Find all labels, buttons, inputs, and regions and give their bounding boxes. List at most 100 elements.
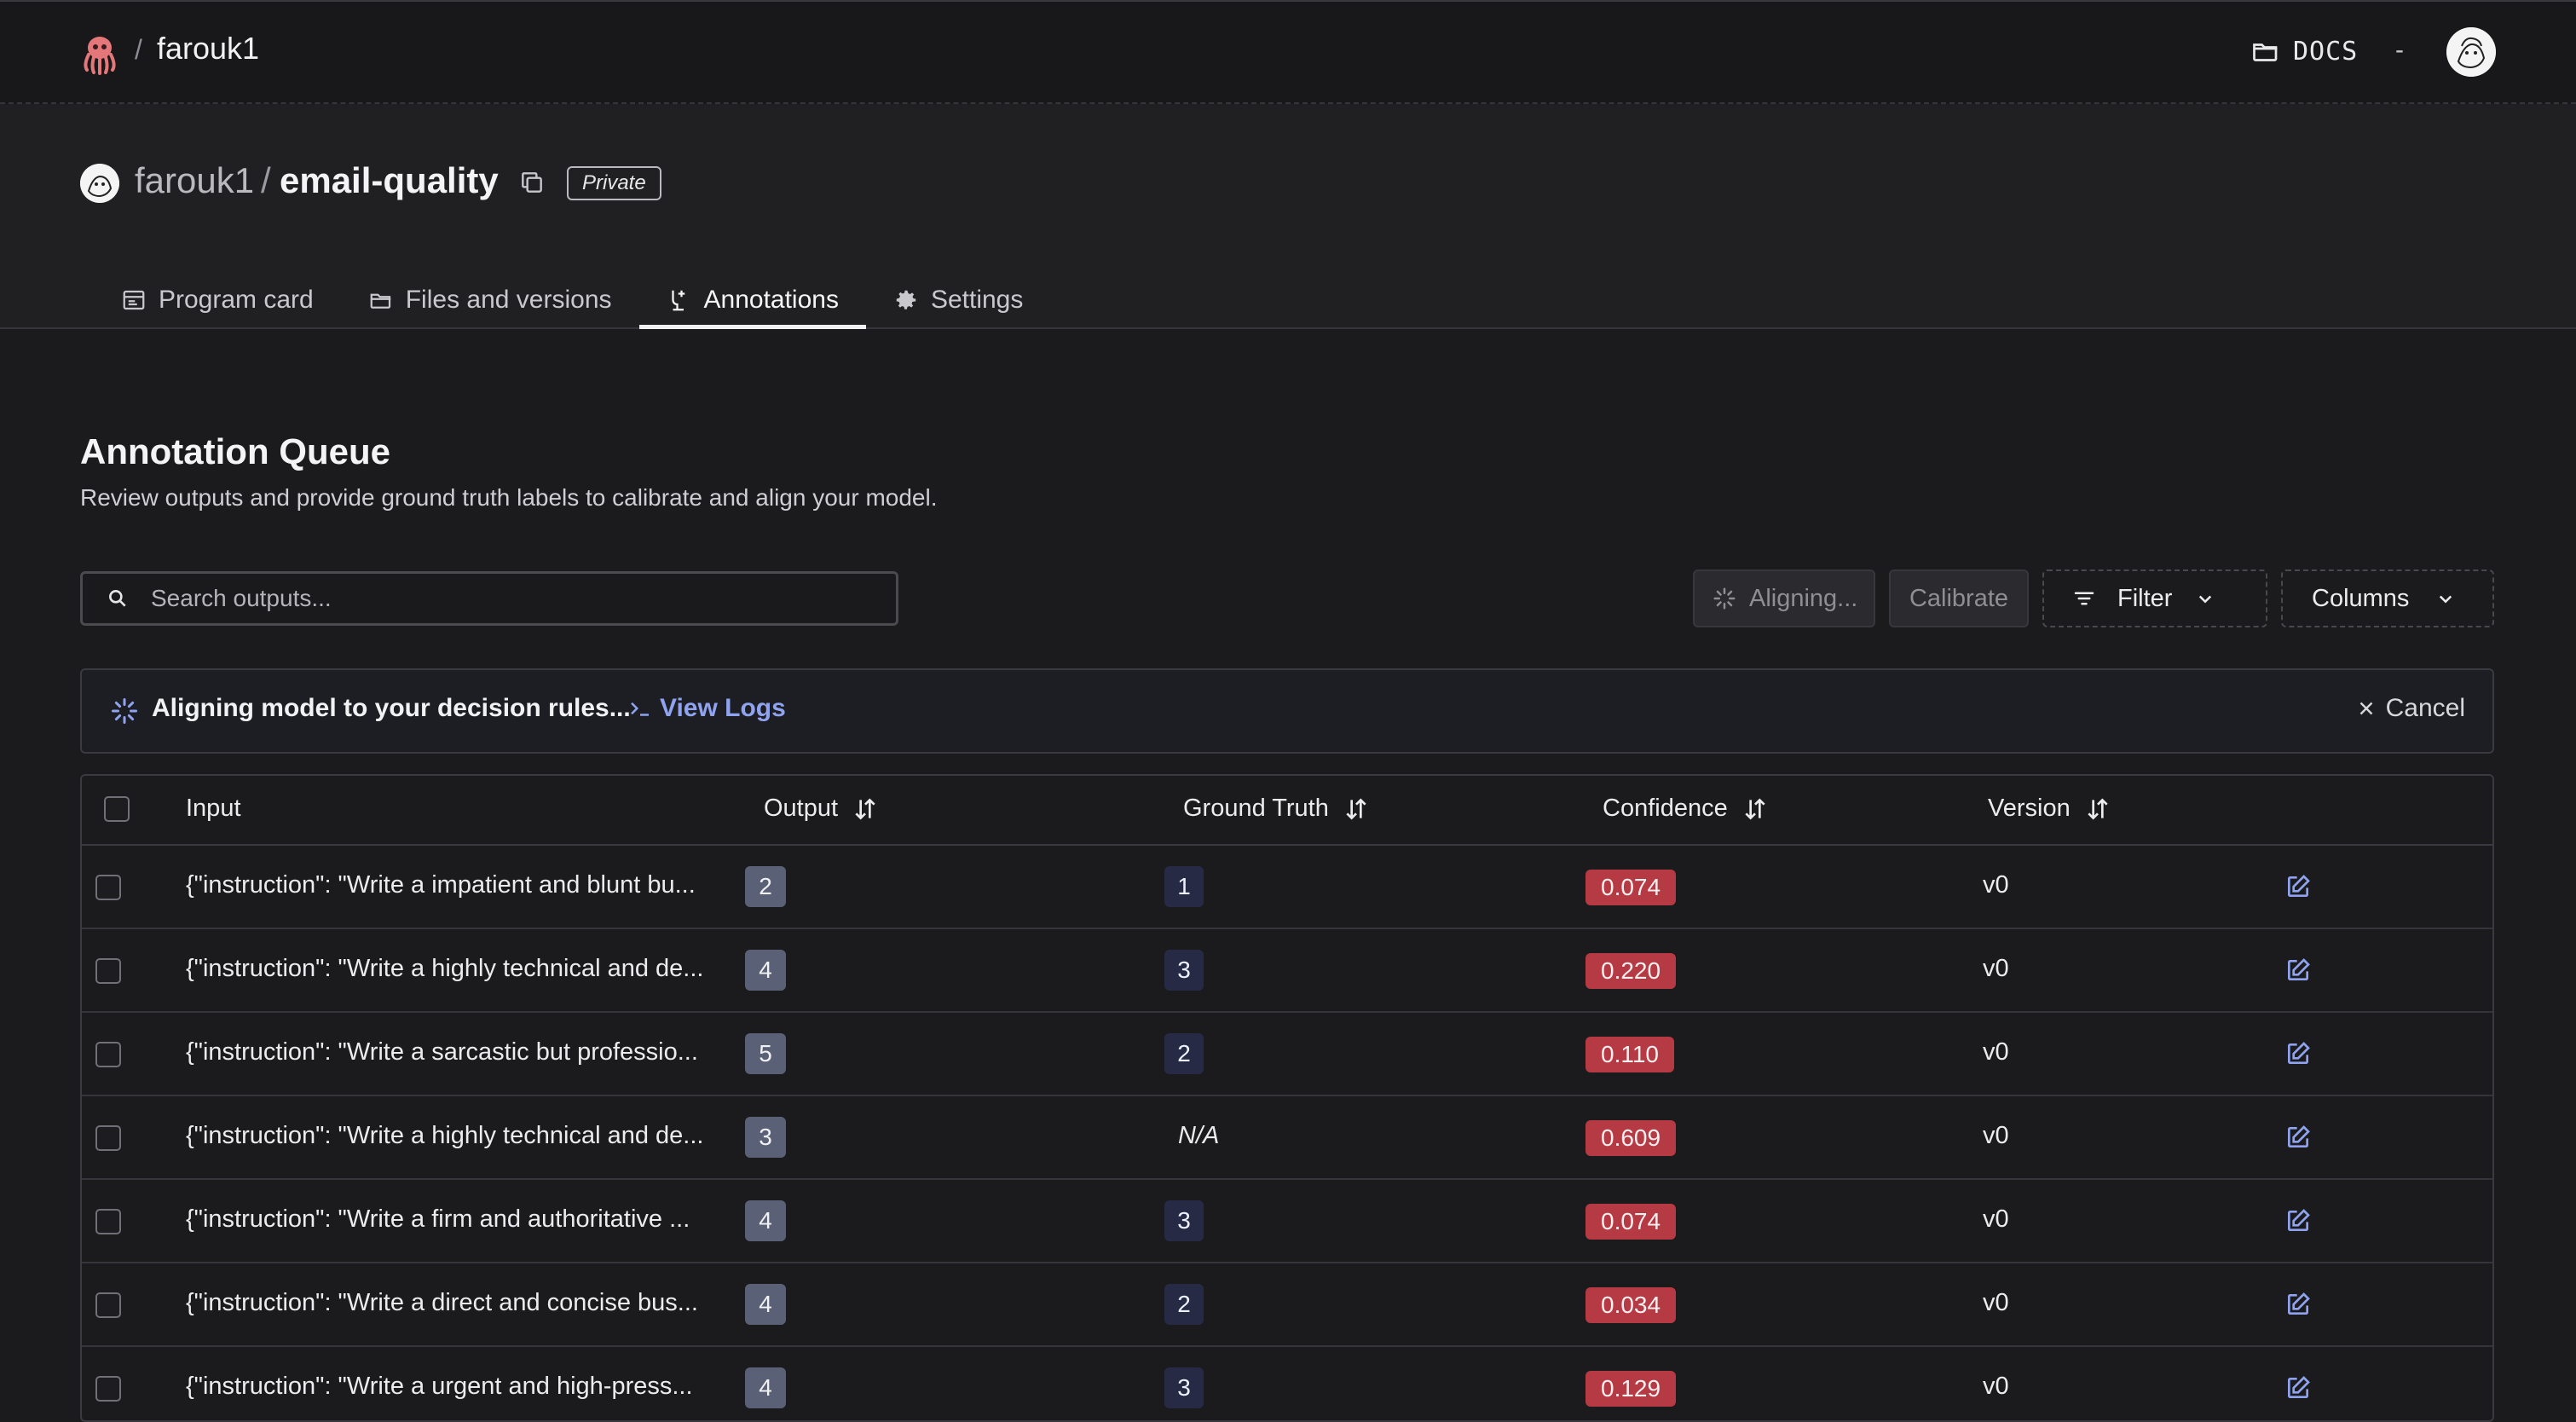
breadcrumb-user[interactable]: farouk1 <box>157 31 259 66</box>
edit-icon[interactable] <box>2284 957 2312 984</box>
input-cell: {"instruction": "Write a highly technica… <box>186 1122 704 1149</box>
edit-icon[interactable] <box>2284 1124 2312 1151</box>
output-badge: 2 <box>745 866 786 907</box>
avatar-sketch-icon <box>2446 27 2496 77</box>
gear-icon <box>896 290 916 309</box>
edit-icon[interactable] <box>2284 1291 2312 1318</box>
folder-icon <box>370 293 390 309</box>
row-checkbox[interactable] <box>95 958 121 984</box>
table-row[interactable]: {"instruction": "Write a sarcastic but p… <box>82 1013 2492 1096</box>
docs-link[interactable]: DOCS <box>2250 36 2358 66</box>
confidence-badge: 0.110 <box>1585 1037 1674 1072</box>
edit-icon[interactable] <box>2284 1040 2312 1067</box>
input-cell: {"instruction": "Write a direct and conc… <box>186 1289 698 1316</box>
top-navbar: / farouk1 DOCS - <box>0 0 2576 104</box>
output-badge: 5 <box>745 1033 786 1074</box>
confidence-badge: 0.074 <box>1585 870 1677 905</box>
version-cell: v0 <box>1983 1122 2009 1149</box>
columns-button[interactable]: Columns <box>2281 569 2494 627</box>
tab-settings[interactable]: Settings <box>866 273 1050 327</box>
breadcrumb-separator: / <box>135 34 142 65</box>
ground-truth-badge: 2 <box>1164 1033 1204 1074</box>
chevron-down-icon <box>2199 595 2212 604</box>
version-cell: v0 <box>1983 1038 2009 1066</box>
select-all-checkbox[interactable] <box>104 796 130 822</box>
sort-icon[interactable] <box>852 795 879 823</box>
table-row[interactable]: {"instruction": "Write a impatient and b… <box>82 846 2492 929</box>
avatar-sketch-icon <box>80 164 119 203</box>
table-row[interactable]: {"instruction": "Write a highly technica… <box>82 1096 2492 1180</box>
tab-label: Annotations <box>703 286 839 314</box>
tab-label: Files and versions <box>405 286 612 314</box>
docs-label: DOCS <box>2293 36 2359 66</box>
tab-program-card[interactable]: Program card <box>94 273 341 327</box>
confidence-badge: 0.609 <box>1585 1120 1677 1156</box>
aligning-button[interactable]: Aligning... <box>1693 569 1875 627</box>
cancel-button[interactable]: Cancel <box>2355 694 2465 723</box>
search-input[interactable] <box>149 584 896 613</box>
view-logs-link[interactable]: View Logs <box>627 694 786 723</box>
spinner-icon <box>1713 587 1736 610</box>
sort-icon[interactable] <box>1343 795 1370 823</box>
chevron-down-icon <box>2440 595 2452 604</box>
edit-icon[interactable] <box>2284 1207 2312 1234</box>
annotation-table: Input Output Ground Truth Confidence Ver… <box>80 774 2494 1422</box>
input-cell: {"instruction": "Write a highly technica… <box>186 955 704 982</box>
row-checkbox[interactable] <box>95 1376 121 1402</box>
ground-truth-badge: 3 <box>1164 950 1204 991</box>
input-cell: {"instruction": "Write a urgent and high… <box>186 1373 693 1400</box>
row-checkbox[interactable] <box>95 875 121 900</box>
input-cell: {"instruction": "Write a impatient and b… <box>186 871 696 899</box>
header-label: Output <box>764 795 839 822</box>
version-cell: v0 <box>1983 1205 2009 1233</box>
tab-files-and-versions[interactable]: Files and versions <box>341 273 639 327</box>
row-checkbox[interactable] <box>95 1042 121 1067</box>
calibrate-button[interactable]: Calibrate <box>1889 569 2029 627</box>
ground-truth-badge: 2 <box>1164 1284 1204 1325</box>
folder-open-icon <box>2253 43 2278 61</box>
row-checkbox[interactable] <box>95 1209 121 1234</box>
nav-separator: - <box>2395 36 2404 64</box>
column-header-input: Input <box>186 795 241 823</box>
row-checkbox[interactable] <box>95 1292 121 1318</box>
repo-name[interactable]: email-quality <box>280 160 499 201</box>
repo-owner[interactable]: farouk1 <box>135 160 254 201</box>
edit-icon[interactable] <box>2284 1374 2312 1402</box>
row-checkbox[interactable] <box>95 1125 121 1151</box>
octopus-logo-icon[interactable] <box>78 32 121 75</box>
filter-label: Filter <box>2117 584 2173 612</box>
edit-icon[interactable] <box>2284 873 2312 900</box>
spinner-icon <box>112 698 137 724</box>
input-cell: {"instruction": "Write a sarcastic but p… <box>186 1038 698 1066</box>
filter-icon <box>2074 592 2094 605</box>
sort-icon[interactable] <box>2084 795 2111 823</box>
confidence-badge: 0.129 <box>1585 1371 1677 1407</box>
confidence-badge: 0.220 <box>1585 953 1677 989</box>
column-header-ground-truth[interactable]: Ground Truth <box>1183 795 1370 823</box>
input-cell: {"instruction": "Write a firm and author… <box>186 1205 690 1233</box>
output-badge: 4 <box>745 1367 786 1408</box>
table-row[interactable]: {"instruction": "Write a highly technica… <box>82 929 2492 1013</box>
copy-icon[interactable] <box>518 169 546 196</box>
column-header-confidence[interactable]: Confidence <box>1603 795 1769 823</box>
header-label: Ground Truth <box>1183 795 1329 822</box>
tab-label: Program card <box>159 286 314 314</box>
header-label: Input <box>186 795 241 822</box>
tab-annotations[interactable]: Annotations <box>638 273 867 329</box>
table-row[interactable]: {"instruction": "Write a direct and conc… <box>82 1263 2492 1347</box>
version-cell: v0 <box>1983 871 2009 899</box>
user-avatar[interactable] <box>2446 27 2496 77</box>
table-row[interactable]: {"instruction": "Write a firm and author… <box>82 1180 2492 1263</box>
sort-icon[interactable] <box>1741 795 1769 823</box>
table-row[interactable]: {"instruction": "Write a urgent and high… <box>82 1347 2492 1420</box>
aligning-label: Aligning... <box>1749 584 1858 612</box>
search-box[interactable] <box>80 571 898 626</box>
column-header-output[interactable]: Output <box>764 795 879 823</box>
columns-label: Columns <box>2312 584 2410 612</box>
filter-button[interactable]: Filter <box>2042 569 2267 627</box>
annotation-icon <box>671 290 684 311</box>
ground-truth-badge: 1 <box>1164 866 1204 907</box>
column-header-version[interactable]: Version <box>1988 795 2111 823</box>
confidence-badge: 0.074 <box>1585 1204 1677 1240</box>
header-label: Version <box>1988 795 2071 822</box>
